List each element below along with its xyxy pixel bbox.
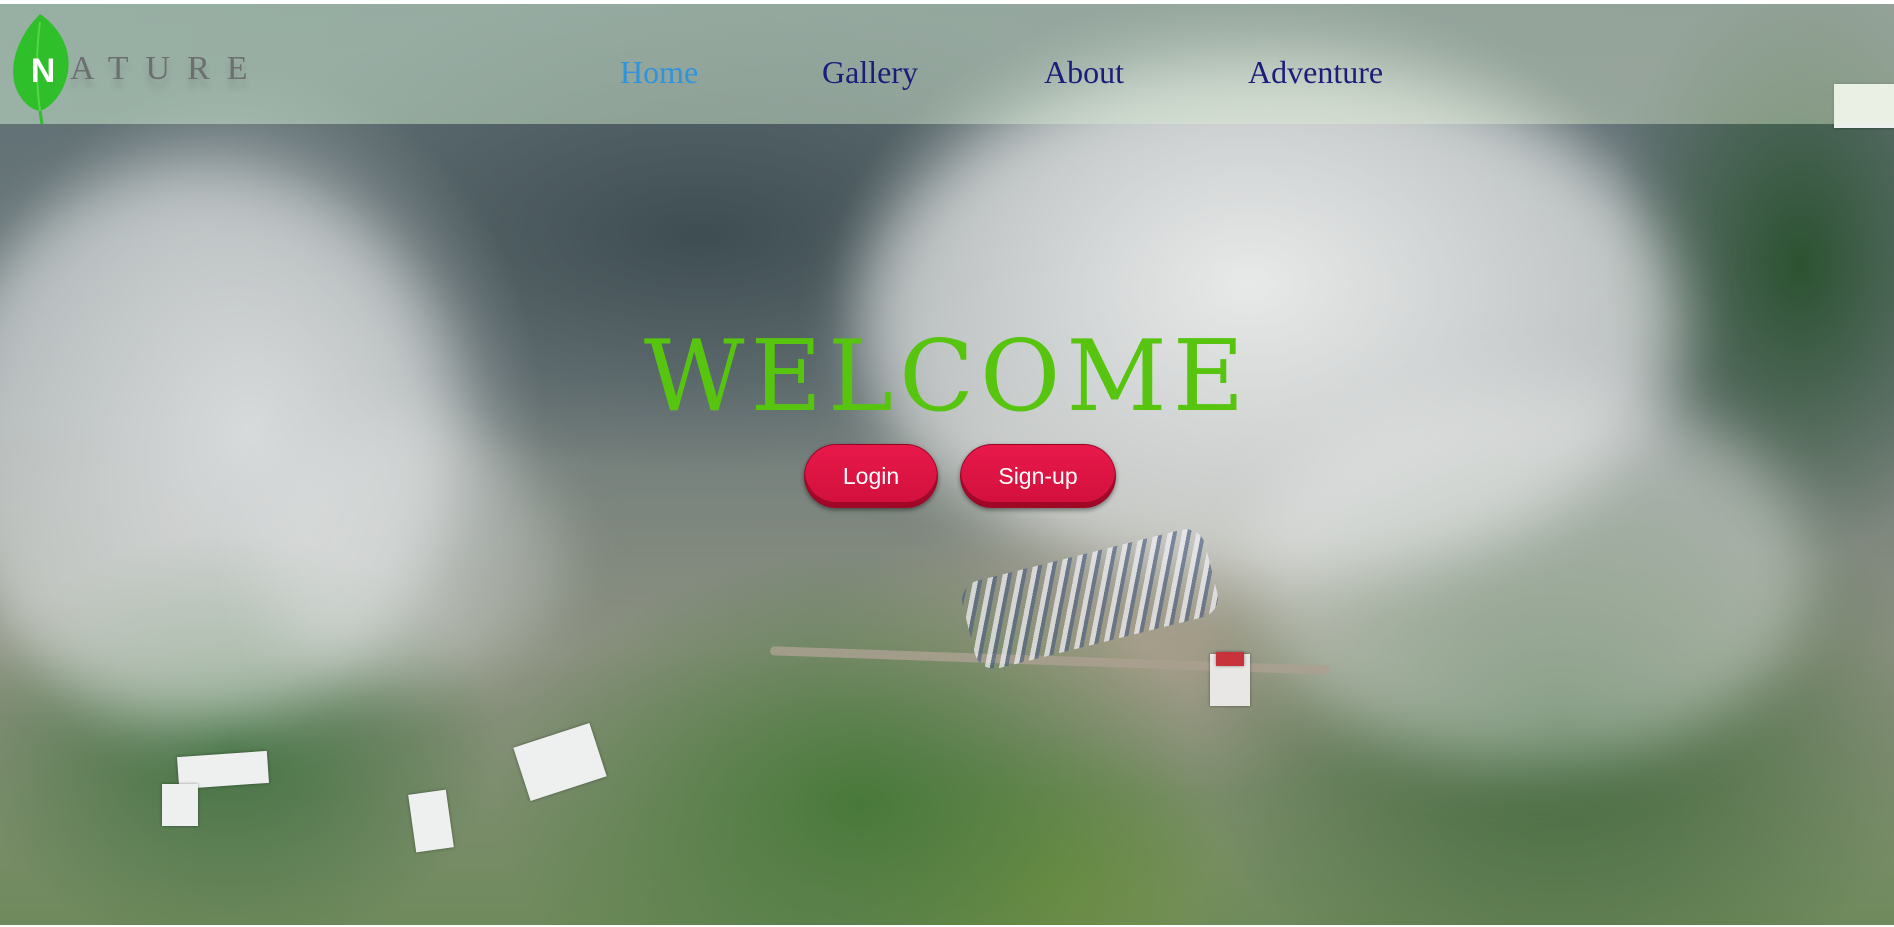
logo-initial: N (30, 52, 56, 90)
nav-link-about[interactable]: About (1044, 54, 1124, 91)
signup-button[interactable]: Sign-up (960, 444, 1116, 508)
nav-link-home[interactable]: Home (620, 54, 698, 91)
top-navbar: N ATURE Home Gallery About Adventure (0, 4, 1894, 124)
welcome-heading: WELCOME (643, 320, 1251, 434)
login-button[interactable]: Login (804, 444, 938, 508)
nav-link-gallery[interactable]: Gallery (822, 54, 918, 91)
hero-background-image (0, 4, 1894, 925)
logo-wordmark: ATURE (70, 50, 265, 87)
site-logo[interactable]: N ATURE (6, 12, 266, 124)
nav-link-adventure[interactable]: Adventure (1248, 54, 1383, 91)
